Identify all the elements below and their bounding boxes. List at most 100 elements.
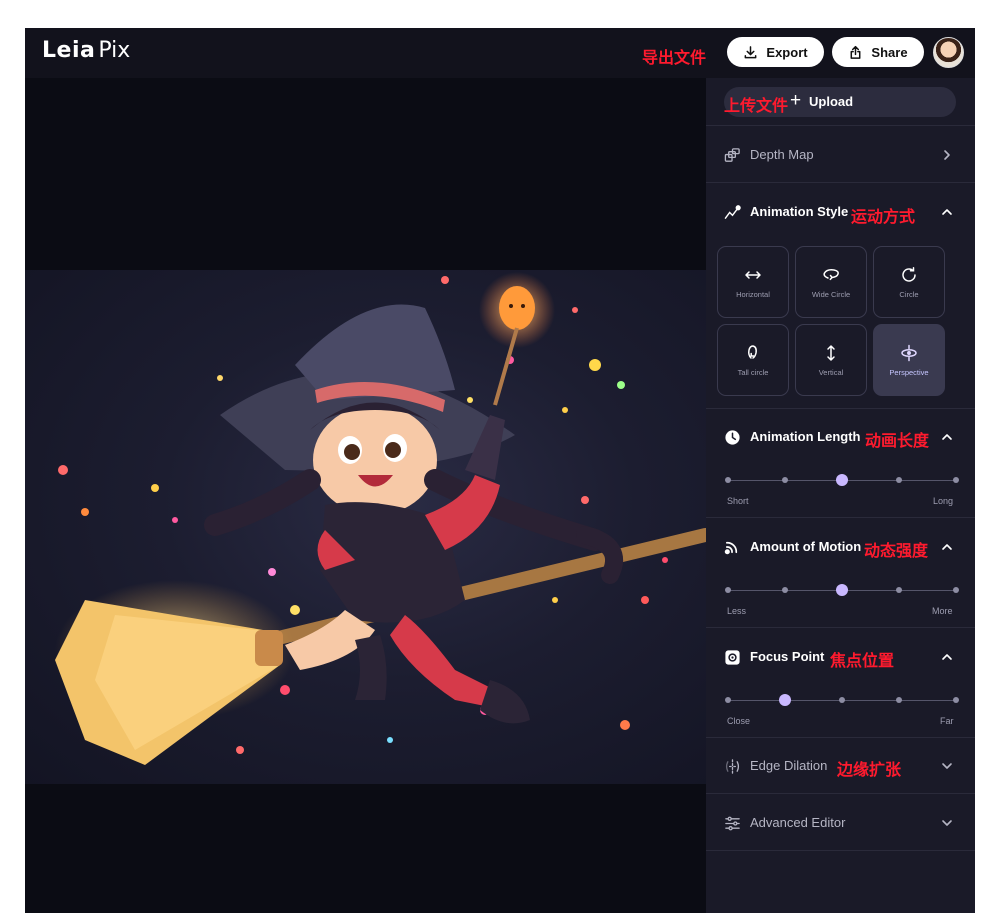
slider-step-dot[interactable] [896, 697, 902, 703]
slider-max-label: Long [933, 496, 954, 506]
amount-of-motion-title: Amount of Motion [750, 539, 862, 554]
style-option-circle[interactable]: Circle [873, 246, 945, 318]
edge-dilation-title: Edge Dilation [750, 758, 828, 773]
amount-of-motion-annotation: 动态强度 [864, 541, 929, 560]
slider-step-dot[interactable] [782, 477, 788, 483]
slider-min-label: Less [727, 606, 747, 616]
style-option-tall-circle[interactable]: Tall circle [717, 324, 789, 396]
style-option-label: Circle [899, 289, 919, 299]
style-option-horizontal[interactable]: Horizontal [717, 246, 789, 318]
preview-image[interactable] [25, 270, 706, 784]
chevron-down-icon [942, 820, 952, 826]
chevron-up-icon [942, 434, 952, 440]
leiapix-logo[interactable]: Leia Pix [42, 38, 130, 66]
edge-dilation-annotation: 边缘扩张 [837, 760, 902, 779]
upload-annotation: 上传文件 [724, 96, 789, 115]
leiapix-app: Leia Pix 导出文件 Export Share 上传文件 + Upload… [25, 28, 975, 913]
slider-step-dot[interactable] [896, 477, 902, 483]
slider-thumb[interactable] [779, 694, 791, 706]
advanced-editor-title: Advanced Editor [750, 815, 846, 830]
share-button[interactable]: Share [832, 37, 924, 67]
animation-style-icon [724, 205, 741, 219]
depth-map-title: Depth Map [750, 147, 814, 162]
slider-thumb[interactable] [836, 584, 848, 596]
slider-step-dot[interactable] [782, 587, 788, 593]
depth-map-icon [724, 148, 740, 162]
slider-thumb[interactable] [836, 474, 848, 486]
animation-style-header[interactable]: Animation Style 运动方式 [706, 184, 975, 240]
wide-circle-icon [823, 268, 839, 280]
edge-dilation-header[interactable]: Edge Dilation 边缘扩张 [706, 738, 975, 794]
clock-icon [725, 430, 740, 445]
chevron-up-icon [942, 544, 952, 550]
perspective-icon [901, 344, 917, 361]
amount-of-motion-body: Less More [706, 575, 975, 628]
style-option-label: Wide Circle [811, 289, 851, 299]
slider-step-dot[interactable] [896, 587, 902, 593]
export-annotation: 导出文件 [642, 48, 707, 67]
animation-length-body: Short Long [706, 465, 975, 518]
depth-map-header[interactable]: Depth Map [706, 127, 975, 183]
amount-of-motion-header[interactable]: Amount of Motion 动态强度 [706, 519, 975, 575]
focus-target-icon [725, 650, 740, 665]
style-option-label: Horizontal [736, 289, 770, 299]
tall-circle-icon [748, 344, 757, 359]
animation-length-slider[interactable] [725, 474, 959, 486]
witch-illustration [55, 272, 706, 765]
focus-point-title: Focus Point [750, 649, 825, 664]
animation-style-title: Animation Style [750, 204, 849, 219]
slider-step-dot[interactable] [839, 697, 845, 703]
upload-button[interactable]: 上传文件 + Upload [724, 87, 956, 117]
settings-sidebar: 上传文件 + Upload Depth Map Animation Style … [706, 78, 975, 913]
amount-of-motion-slider[interactable] [725, 584, 959, 596]
advanced-editor-header[interactable]: Advanced Editor [706, 795, 975, 851]
slider-min-label: Short [727, 496, 749, 506]
horizontal-arrows-icon [745, 270, 761, 279]
slider-step-dot[interactable] [725, 587, 731, 593]
style-option-label: Perspective [889, 367, 929, 377]
style-option-label: Vertical [818, 367, 844, 377]
focus-point-annotation: 焦点位置 [830, 651, 895, 670]
upload-label: Upload [809, 94, 854, 109]
animation-length-annotation: 动画长度 [865, 431, 930, 450]
sliders-icon [725, 816, 740, 831]
user-avatar[interactable] [933, 37, 964, 68]
chevron-up-icon [942, 654, 952, 660]
slider-step-dot[interactable] [953, 587, 959, 593]
style-option-label: Tall circle [737, 367, 769, 377]
chevron-right-icon [944, 150, 950, 160]
style-option-vertical[interactable]: Vertical [795, 324, 867, 396]
slider-min-label: Close [727, 716, 751, 726]
style-option-perspective[interactable]: Perspective [873, 324, 945, 396]
chevron-up-icon [942, 209, 952, 215]
share-icon [850, 45, 861, 59]
slider-step-dot[interactable] [725, 477, 731, 483]
chevron-down-icon [942, 763, 952, 769]
download-icon [745, 45, 757, 58]
export-button[interactable]: Export [727, 37, 824, 67]
slider-max-label: More [932, 606, 953, 616]
motion-waves-icon [724, 541, 738, 555]
logo-pix-text: Pix [98, 38, 131, 63]
slider-step-dot[interactable] [725, 697, 731, 703]
animation-length-title: Animation Length [750, 429, 861, 444]
focus-point-body: Close Far [706, 685, 975, 738]
export-label: Export [766, 44, 808, 60]
slider-step-dot[interactable] [953, 697, 959, 703]
focus-point-header[interactable]: Focus Point 焦点位置 [706, 629, 975, 685]
animation-style-options: Horizontal Wide Circle Circle Tall circl… [706, 240, 975, 409]
focus-point-slider[interactable] [725, 694, 959, 706]
top-bar: Leia Pix 导出文件 Export Share [25, 28, 975, 78]
share-label: Share [871, 44, 908, 60]
edge-dilation-icon [725, 759, 740, 774]
plus-icon: + [790, 90, 802, 111]
upload-row: 上传文件 + Upload [706, 78, 975, 126]
animation-style-annotation: 运动方式 [851, 207, 916, 226]
animation-length-header[interactable]: Animation Length 动画长度 [706, 409, 975, 465]
logo-leia-text: Leia [42, 38, 96, 63]
slider-max-label: Far [940, 716, 954, 726]
style-option-wide-circle[interactable]: Wide Circle [795, 246, 867, 318]
slider-step-dot[interactable] [953, 477, 959, 483]
vertical-arrows-icon [827, 344, 835, 361]
preview-canvas [25, 78, 706, 913]
